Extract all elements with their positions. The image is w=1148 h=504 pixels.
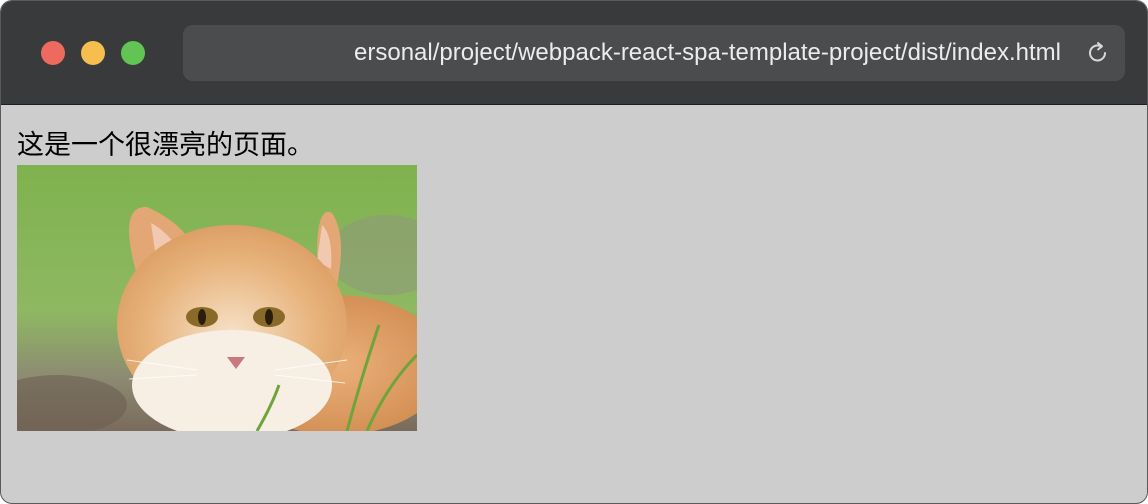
address-bar[interactable]: ersonal/project/webpack-react-spa-templa… [183,25,1125,81]
page-content: 这是一个很漂亮的页面。 [1,106,1147,503]
title-bar: ersonal/project/webpack-react-spa-templa… [1,1,1147,105]
page-heading: 这是一个很漂亮的页面。 [17,130,314,161]
minimize-window-button[interactable] [81,41,105,65]
browser-window: ersonal/project/webpack-react-spa-templa… [0,0,1148,504]
url-fade [183,25,273,81]
url-text[interactable]: ersonal/project/webpack-react-spa-templa… [354,25,1061,81]
close-window-button[interactable] [41,41,65,65]
maximize-window-button[interactable] [121,41,145,65]
cat-photo [17,165,417,431]
reload-icon[interactable] [1085,40,1111,66]
